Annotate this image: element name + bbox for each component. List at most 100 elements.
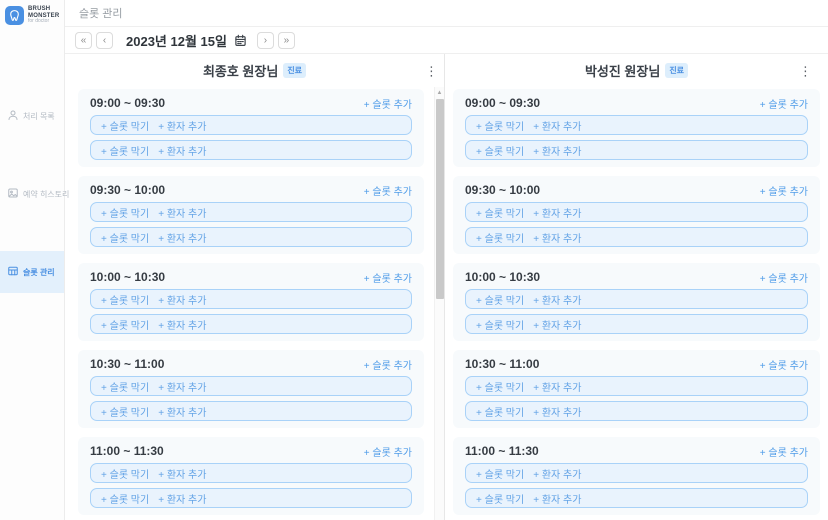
block-slot-button[interactable]: + 슬롯 막기 [476, 379, 524, 394]
sidebar-item-0[interactable]: 처리 목록 [0, 95, 64, 137]
block-slot-button[interactable]: + 슬롯 막기 [476, 466, 524, 481]
add-slot-button[interactable]: + 슬롯 추가 [364, 357, 412, 372]
slot-row[interactable]: + 슬롯 막기 + 환자 추가 [465, 401, 808, 421]
block-slot-button[interactable]: + 슬롯 막기 [101, 379, 149, 394]
next-date-button[interactable]: › [256, 31, 274, 49]
slot-row[interactable]: + 슬롯 막기 + 환자 추가 [465, 289, 808, 309]
add-patient-button[interactable]: + 환자 추가 [533, 404, 581, 419]
slot-row[interactable]: + 슬롯 막기 + 환자 추가 [465, 314, 808, 334]
prev-date-button[interactable]: ‹ [96, 31, 113, 49]
slot-row[interactable]: + 슬롯 막기 + 환자 추가 [465, 227, 808, 247]
add-patient-button[interactable]: + 환자 추가 [533, 466, 581, 481]
page-title: 슬롯 관리 [79, 8, 123, 20]
doctor-name: 최종호 원장님 [202, 64, 279, 79]
first-date-button[interactable]: « [75, 31, 92, 49]
block-slot-button[interactable]: + 슬롯 막기 [101, 205, 149, 220]
add-patient-button[interactable]: + 환자 추가 [533, 491, 581, 506]
slot-row[interactable]: + 슬롯 막기 + 환자 추가 [465, 376, 808, 396]
slot-row[interactable]: + 슬롯 막기 + 환자 추가 [90, 314, 412, 334]
app-logo[interactable]: BRUSH MONSTER for doctor [0, 0, 64, 31]
kebab-menu-icon[interactable]: ⋮ [799, 64, 812, 77]
add-slot-button[interactable]: + 슬롯 추가 [760, 183, 808, 198]
add-slot-button[interactable]: + 슬롯 추가 [364, 96, 412, 111]
time-range-label: 09:00 ~ 09:30 [90, 96, 166, 110]
add-slot-button[interactable]: + 슬롯 추가 [364, 444, 412, 459]
slot-row[interactable]: + 슬롯 막기 + 환자 추가 [90, 376, 412, 396]
time-range-label: 11:00 ~ 11:30 [90, 444, 164, 458]
add-slot-button[interactable]: + 슬롯 추가 [364, 270, 412, 285]
block-slot-button[interactable]: + 슬롯 막기 [476, 143, 524, 158]
slot-row[interactable]: + 슬롯 막기 + 환자 추가 [465, 140, 808, 160]
block-slot-button[interactable]: + 슬롯 막기 [101, 118, 149, 133]
time-range-label: 09:00 ~ 09:30 [465, 96, 541, 110]
add-slot-button[interactable]: + 슬롯 추가 [760, 357, 808, 372]
block-slot-button[interactable]: + 슬롯 막기 [101, 143, 149, 158]
add-patient-button[interactable]: + 환자 추가 [158, 404, 206, 419]
sidebar-item-label: 슬롯 관리 [23, 267, 55, 277]
add-patient-button[interactable]: + 환자 추가 [158, 491, 206, 506]
block-slot-button[interactable]: + 슬롯 막기 [476, 491, 524, 506]
doctor-column-1: 최종호 원장님 진료 ⋮ 09:00 ~ 09:30 + 슬롯 추가 + 슬롯 막기… [65, 54, 444, 520]
slot-row[interactable]: + 슬롯 막기 + 환자 추가 [465, 488, 808, 508]
block-slot-button[interactable]: + 슬롯 막기 [476, 404, 524, 419]
block-slot-button[interactable]: + 슬롯 막기 [101, 292, 149, 307]
add-patient-button[interactable]: + 환자 추가 [533, 379, 581, 394]
add-patient-button[interactable]: + 환자 추가 [158, 466, 206, 481]
add-patient-button[interactable]: + 환자 추가 [158, 292, 206, 307]
time-section: 09:30 ~ 10:00 + 슬롯 추가 + 슬롯 막기 + 환자 추가 + 슬롯 막… [78, 176, 424, 254]
block-slot-button[interactable]: + 슬롯 막기 [476, 292, 524, 307]
brand-tagline: for doctor [28, 18, 50, 25]
slot-row[interactable]: + 슬롯 막기 + 환자 추가 [90, 202, 412, 222]
time-range-label: 10:30 ~ 11:00 [465, 357, 540, 371]
vertical-scrollbar[interactable]: ▲ [434, 87, 444, 520]
add-patient-button[interactable]: + 환자 추가 [533, 317, 581, 332]
block-slot-button[interactable]: + 슬롯 막기 [476, 230, 524, 245]
block-slot-button[interactable]: + 슬롯 막기 [476, 118, 524, 133]
add-patient-button[interactable]: + 환자 추가 [158, 230, 206, 245]
block-slot-button[interactable]: + 슬롯 막기 [476, 205, 524, 220]
add-patient-button[interactable]: + 환자 추가 [533, 292, 581, 307]
time-section: 11:00 ~ 11:30 + 슬롯 추가 + 슬롯 막기 + 환자 추가 + 슬롯 막… [453, 437, 820, 515]
slot-row[interactable]: + 슬롯 막기 + 환자 추가 [90, 140, 412, 160]
block-slot-button[interactable]: + 슬롯 막기 [101, 404, 149, 419]
add-slot-button[interactable]: + 슬롯 추가 [364, 183, 412, 198]
time-range-label: 10:30 ~ 11:00 [90, 357, 165, 371]
add-patient-button[interactable]: + 환자 추가 [533, 205, 581, 220]
block-slot-button[interactable]: + 슬롯 막기 [101, 317, 149, 332]
schedule-columns: 최종호 원장님 진료 ⋮ 09:00 ~ 09:30 + 슬롯 추가 + 슬롯 막기… [65, 54, 828, 520]
slot-row[interactable]: + 슬롯 막기 + 환자 추가 [90, 115, 412, 135]
sidebar-item-1[interactable]: 예약 히스토리 [0, 173, 69, 215]
slot-row[interactable]: + 슬롯 막기 + 환자 추가 [465, 115, 808, 135]
time-section: 09:00 ~ 09:30 + 슬롯 추가 + 슬롯 막기 + 환자 추가 + 슬롯 막… [453, 89, 820, 167]
add-slot-button[interactable]: + 슬롯 추가 [760, 270, 808, 285]
last-date-button[interactable]: » [277, 31, 295, 49]
add-patient-button[interactable]: + 환자 추가 [158, 118, 206, 133]
add-slot-button[interactable]: + 슬롯 추가 [760, 444, 808, 459]
scrollbar-thumb[interactable] [435, 99, 444, 299]
slot-row[interactable]: + 슬롯 막기 + 환자 추가 [90, 289, 412, 309]
scroll-up-arrow-icon[interactable]: ▲ [437, 87, 443, 97]
slot-row[interactable]: + 슬롯 막기 + 환자 추가 [90, 488, 412, 508]
slot-row[interactable]: + 슬롯 막기 + 환자 추가 [90, 463, 412, 483]
block-slot-button[interactable]: + 슬롯 막기 [101, 466, 149, 481]
sidebar-item-2[interactable]: 슬롯 관리 [0, 251, 64, 294]
add-patient-button[interactable]: + 환자 추가 [158, 205, 206, 220]
tooth-logo-icon [5, 6, 24, 26]
add-slot-button[interactable]: + 슬롯 추가 [760, 96, 808, 111]
add-patient-button[interactable]: + 환자 추가 [158, 143, 206, 158]
add-patient-button[interactable]: + 환자 추가 [533, 230, 581, 245]
slot-row[interactable]: + 슬롯 막기 + 환자 추가 [90, 401, 412, 421]
block-slot-button[interactable]: + 슬롯 막기 [101, 230, 149, 245]
kebab-menu-icon[interactable]: ⋮ [425, 64, 438, 77]
time-section: 09:00 ~ 09:30 + 슬롯 추가 + 슬롯 막기 + 환자 추가 + 슬롯 막… [78, 89, 424, 167]
block-slot-button[interactable]: + 슬롯 막기 [476, 317, 524, 332]
slot-row[interactable]: + 슬롯 막기 + 환자 추가 [90, 227, 412, 247]
slot-row[interactable]: + 슬롯 막기 + 환자 추가 [465, 463, 808, 483]
block-slot-button[interactable]: + 슬롯 막기 [101, 491, 149, 506]
add-patient-button[interactable]: + 환자 추가 [158, 317, 206, 332]
add-patient-button[interactable]: + 환자 추가 [533, 118, 581, 133]
slot-row[interactable]: + 슬롯 막기 + 환자 추가 [465, 202, 808, 222]
add-patient-button[interactable]: + 환자 추가 [533, 143, 581, 158]
calendar-icon[interactable] [234, 34, 247, 47]
add-patient-button[interactable]: + 환자 추가 [158, 379, 206, 394]
